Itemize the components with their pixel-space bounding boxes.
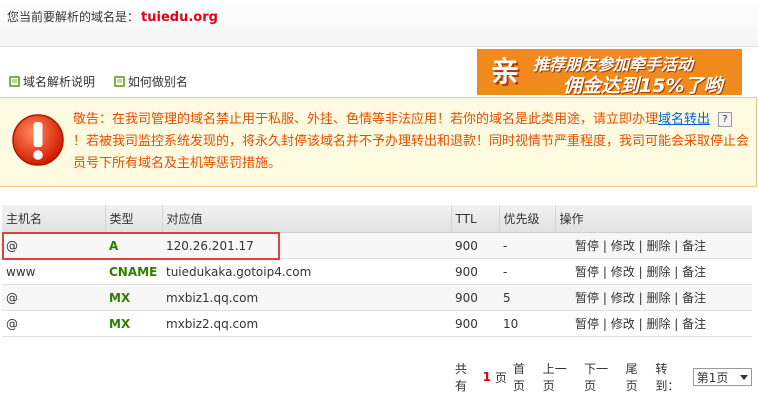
cell-host: www <box>2 258 105 285</box>
dns-records-table: 主机名 类型 对应值 TTL 优先级 操作 @ A 120.26.201.17 … <box>2 205 752 337</box>
header-bar: 您当前要解析的域名是： tuiedu.org <box>0 0 758 47</box>
pager-first[interactable]: 首页 <box>513 360 537 394</box>
note-link[interactable]: 备注 <box>682 291 706 305</box>
table-row: @ MX mxbiz1.qq.com 900 5 暂停 | 修改 | 删除 | … <box>2 284 752 311</box>
help-links: 域名解析说明 如何做别名 <box>8 73 202 91</box>
separator: | <box>674 291 679 305</box>
cell-priority: - <box>499 258 555 285</box>
separator: | <box>602 239 607 253</box>
separator: | <box>674 317 679 331</box>
delete-link[interactable]: 删除 <box>646 291 670 305</box>
separator: | <box>638 265 643 279</box>
delete-link[interactable]: 删除 <box>646 317 670 331</box>
cell-value: tuiedukaka.gotoip4.com <box>162 258 451 285</box>
col-type: 类型 <box>104 205 162 233</box>
warning-text-part1: 敬告：在我司管理的域名禁止用于私服、外挂、色情等非法应用！若你的域名是此类用途，… <box>73 112 659 127</box>
table-row: www CNAME tuiedukaka.gotoip4.com 900 - 暂… <box>2 258 752 285</box>
page-select-value: 第1页 <box>696 370 729 385</box>
edit-link[interactable]: 修改 <box>611 239 635 253</box>
pager-total-prefix: 共有 <box>455 362 468 393</box>
cell-actions: 暂停 | 修改 | 删除 | 备注 <box>555 258 752 285</box>
cell-priority: 5 <box>499 284 555 311</box>
cell-value: mxbiz2.qq.com <box>162 310 451 337</box>
edit-link[interactable]: 修改 <box>611 265 635 279</box>
cell-priority: - <box>499 232 555 259</box>
cell-type: CNAME <box>105 258 162 285</box>
pager-next[interactable]: 下一页 <box>584 360 619 394</box>
separator: | <box>638 239 643 253</box>
separator: | <box>674 239 679 253</box>
help-question-icon[interactable]: ? <box>718 112 733 127</box>
warning-panel: 敬告：在我司管理的域名禁止用于私服、外挂、色情等非法应用！若你的域名是此类用途，… <box>0 97 757 187</box>
col-value: 对应值 <box>161 205 451 233</box>
note-link[interactable]: 备注 <box>682 239 706 253</box>
warning-text: 敬告：在我司管理的域名禁止用于私服、外挂、色情等非法应用！若你的域名是此类用途，… <box>73 109 749 175</box>
cell-ttl: 900 <box>451 232 499 259</box>
cell-ttl: 900 <box>451 258 499 285</box>
pager-prev[interactable]: 上一页 <box>543 360 578 394</box>
cell-ttl: 900 <box>451 310 499 337</box>
separator: | <box>602 291 607 305</box>
banner-badge: 亲 <box>490 55 519 88</box>
pause-link[interactable]: 暂停 <box>575 265 599 279</box>
table-row: @ MX mxbiz2.qq.com 900 10 暂停 | 修改 | 删除 |… <box>2 310 752 337</box>
warning-text-part2: ！若被我司监控系统发现的，将永久封停该域名并不予办理转出和退款！同时视情节严重程… <box>73 134 750 171</box>
cell-type: MX <box>105 284 162 311</box>
pager-last[interactable]: 尾页 <box>626 360 650 394</box>
warning-exclamation-icon <box>12 114 64 166</box>
help-doc-icon <box>113 76 125 87</box>
table-header-row: 主机名 类型 对应值 TTL 优先级 操作 <box>2 205 752 233</box>
pager-goto-label: 转到： <box>655 362 680 393</box>
cell-actions: 暂停 | 修改 | 删除 | 备注 <box>555 310 752 337</box>
col-actions: 操作 <box>554 205 752 233</box>
help-link-dns-label: 域名解析说明 <box>23 75 96 89</box>
cell-priority: 10 <box>499 310 555 337</box>
separator: | <box>674 265 679 279</box>
separator: | <box>638 291 643 305</box>
cell-value: mxbiz1.qq.com <box>162 284 451 311</box>
cell-ttl: 900 <box>451 284 499 311</box>
chevron-down-icon <box>740 374 749 380</box>
cell-host: @ <box>2 284 105 311</box>
help-link-dns[interactable]: 域名解析说明 <box>8 73 95 90</box>
promo-banner[interactable]: 亲 推荐朋友参加牵手活动 佣金达到15%了哟 <box>477 49 742 95</box>
pause-link[interactable]: 暂停 <box>575 291 599 305</box>
help-doc-icon <box>9 76 20 87</box>
separator: | <box>638 317 643 331</box>
delete-link[interactable]: 删除 <box>646 239 670 253</box>
cell-actions: 暂停 | 修改 | 删除 | 备注 <box>555 232 752 259</box>
pause-link[interactable]: 暂停 <box>575 317 599 331</box>
banner-line2: 佣金达到15%了哟 <box>563 75 723 95</box>
edit-link[interactable]: 修改 <box>611 317 635 331</box>
pager-total: 1 <box>482 370 492 384</box>
edit-link[interactable]: 修改 <box>611 291 635 305</box>
separator: | <box>602 317 607 331</box>
separator: | <box>602 265 607 279</box>
domain-name: tuiedu.org <box>141 10 218 25</box>
note-link[interactable]: 备注 <box>682 265 706 279</box>
cell-actions: 暂停 | 修改 | 删除 | 备注 <box>555 284 752 311</box>
pager-total-suffix: 页 <box>495 370 508 385</box>
delete-link[interactable]: 删除 <box>646 265 670 279</box>
pause-link[interactable]: 暂停 <box>575 239 599 253</box>
col-ttl: TTL <box>450 205 499 233</box>
domain-prefix: 您当前要解析的域名是： <box>7 10 140 24</box>
cell-type: MX <box>105 310 162 337</box>
page-select[interactable]: 第1页 <box>692 368 753 386</box>
col-host: 主机名 <box>2 205 105 233</box>
help-link-alias[interactable]: 如何做别名 <box>113 73 188 90</box>
domain-transfer-link[interactable]: 域名转出 <box>658 112 710 127</box>
col-priority: 优先级 <box>498 205 555 233</box>
domain-line: 您当前要解析的域名是： tuiedu.org <box>7 8 218 25</box>
pagination: 共有 1 页 首页 上一页 下一页 尾页 转到： 第1页 <box>455 360 758 394</box>
note-link[interactable]: 备注 <box>682 317 706 331</box>
cell-host: @ <box>2 310 105 337</box>
help-link-alias-label: 如何做别名 <box>127 75 188 89</box>
highlight-box <box>2 232 280 260</box>
